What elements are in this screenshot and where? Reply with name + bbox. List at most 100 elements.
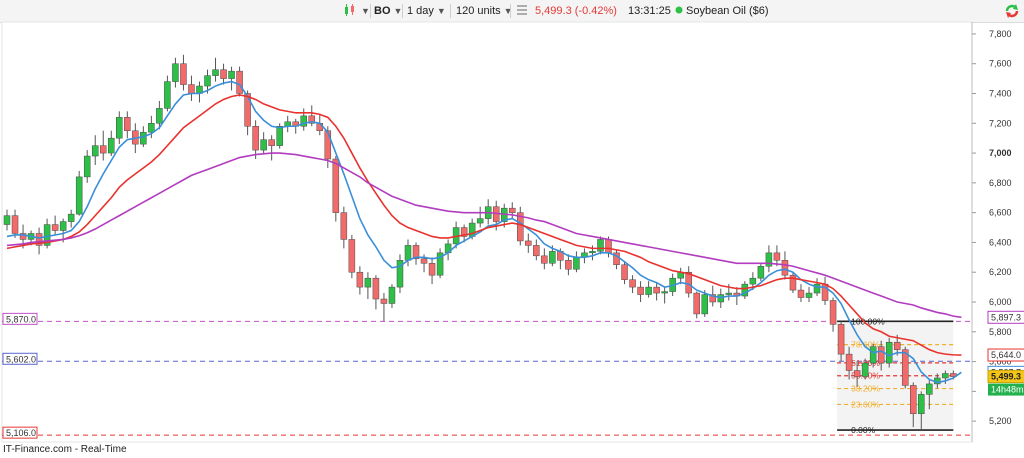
candle-body [853,370,861,377]
candle-body [124,117,131,131]
candle-body [348,239,356,273]
candle-body [428,263,436,276]
candle-body [67,213,75,222]
reference-label: 5,870.0 [6,314,36,324]
candle-body [869,346,877,364]
fibonacci-level-label: 23.60% [851,399,880,409]
candle-body [525,240,532,246]
candle-body [797,289,805,298]
countdown-label: 14h48m [991,385,1024,395]
candle-body [140,131,147,145]
candle-body [757,266,765,279]
footer-source: IT-Finance.com - Real-Time [3,444,127,455]
candle-body [420,258,428,264]
candle-body [148,123,155,133]
candle-body [3,215,11,225]
candle-body [204,75,211,87]
candle-body [364,277,372,288]
plot-area [1,21,973,443]
candle-body [324,130,332,160]
candle-body [99,145,107,154]
fibonacci-level-label: 38.20% [851,384,880,394]
candle-body [629,279,636,288]
current-price-label: 5,499.3 [991,372,1021,382]
candle-body [926,383,933,395]
candle-body [693,292,700,315]
y-tick-label: 6,000 [989,297,1012,307]
candle-body [252,126,259,151]
candle-body [813,283,821,294]
candle-body [749,277,757,285]
candle-body [621,264,628,280]
candle-body [380,298,388,304]
candle-body [845,353,853,371]
candle-body [725,292,733,295]
y-tick-label: 7,400 [989,88,1012,98]
reference-label: 5,602.0 [6,354,36,364]
candle-body [861,362,869,377]
candle-body [244,93,251,127]
y-tick-label: 6,200 [989,267,1012,277]
candle-body [476,218,484,224]
candle-body [605,239,612,254]
candle-body [773,252,781,261]
candle-body [597,239,604,252]
reference-label: 5,106.0 [6,428,36,438]
candle-body [661,291,668,294]
candle-body [268,139,275,146]
candle-body [573,257,580,270]
price-tag-label: 5,644.0 [991,350,1021,360]
candle-body [533,245,540,257]
candle-body [589,251,596,254]
candle-body [372,277,380,300]
candle-body [509,207,516,213]
candle-body [918,394,925,414]
candle-body [83,155,91,178]
candle-body [164,81,171,109]
candle-body [75,176,83,215]
candle-body [893,341,901,350]
candle-body [59,221,67,231]
candle-body [685,271,692,294]
y-tick-label: 6,600 [989,208,1012,218]
y-tick-label: 5,200 [989,416,1012,426]
candle-body [781,260,789,276]
candle-body [236,70,243,94]
fibonacci-level-label: 0.00% [851,425,876,435]
candle-body [116,117,123,139]
candle-body [212,69,219,76]
candle-body [645,286,652,295]
candle-body [11,215,19,234]
price-chart[interactable]: 5,2005,4005,6005,8006,0006,2006,4006,600… [0,0,1024,458]
y-tick-label: 5,800 [989,327,1012,337]
candle-body [910,385,917,414]
price-tag-label: 5,897.3 [991,312,1021,322]
candle-body [340,212,348,240]
candle-body [565,260,572,270]
candle-body [172,63,179,82]
candle-body [404,245,412,261]
candle-body [829,300,837,325]
candle-body [260,139,267,151]
candle-body [51,224,59,231]
candle-body [549,251,556,264]
candle-body [637,286,644,295]
candle-body [188,84,195,94]
candle-body [885,341,893,364]
candle-body [356,271,364,288]
y-tick-label: 7,000 [989,148,1012,158]
candle-body [220,69,227,79]
candle-body [276,126,283,146]
y-tick-label: 7,200 [989,118,1012,128]
y-tick-label: 6,800 [989,178,1012,188]
candle-body [156,108,163,124]
y-tick-label: 7,600 [989,59,1012,69]
y-tick-label: 6,400 [989,237,1012,247]
candle-body [388,286,396,304]
candle-body [837,324,845,355]
candle-body [332,158,340,213]
candle-body [108,137,115,154]
candle-body [180,63,187,85]
candle-body [228,70,235,79]
candle-body [653,286,660,294]
